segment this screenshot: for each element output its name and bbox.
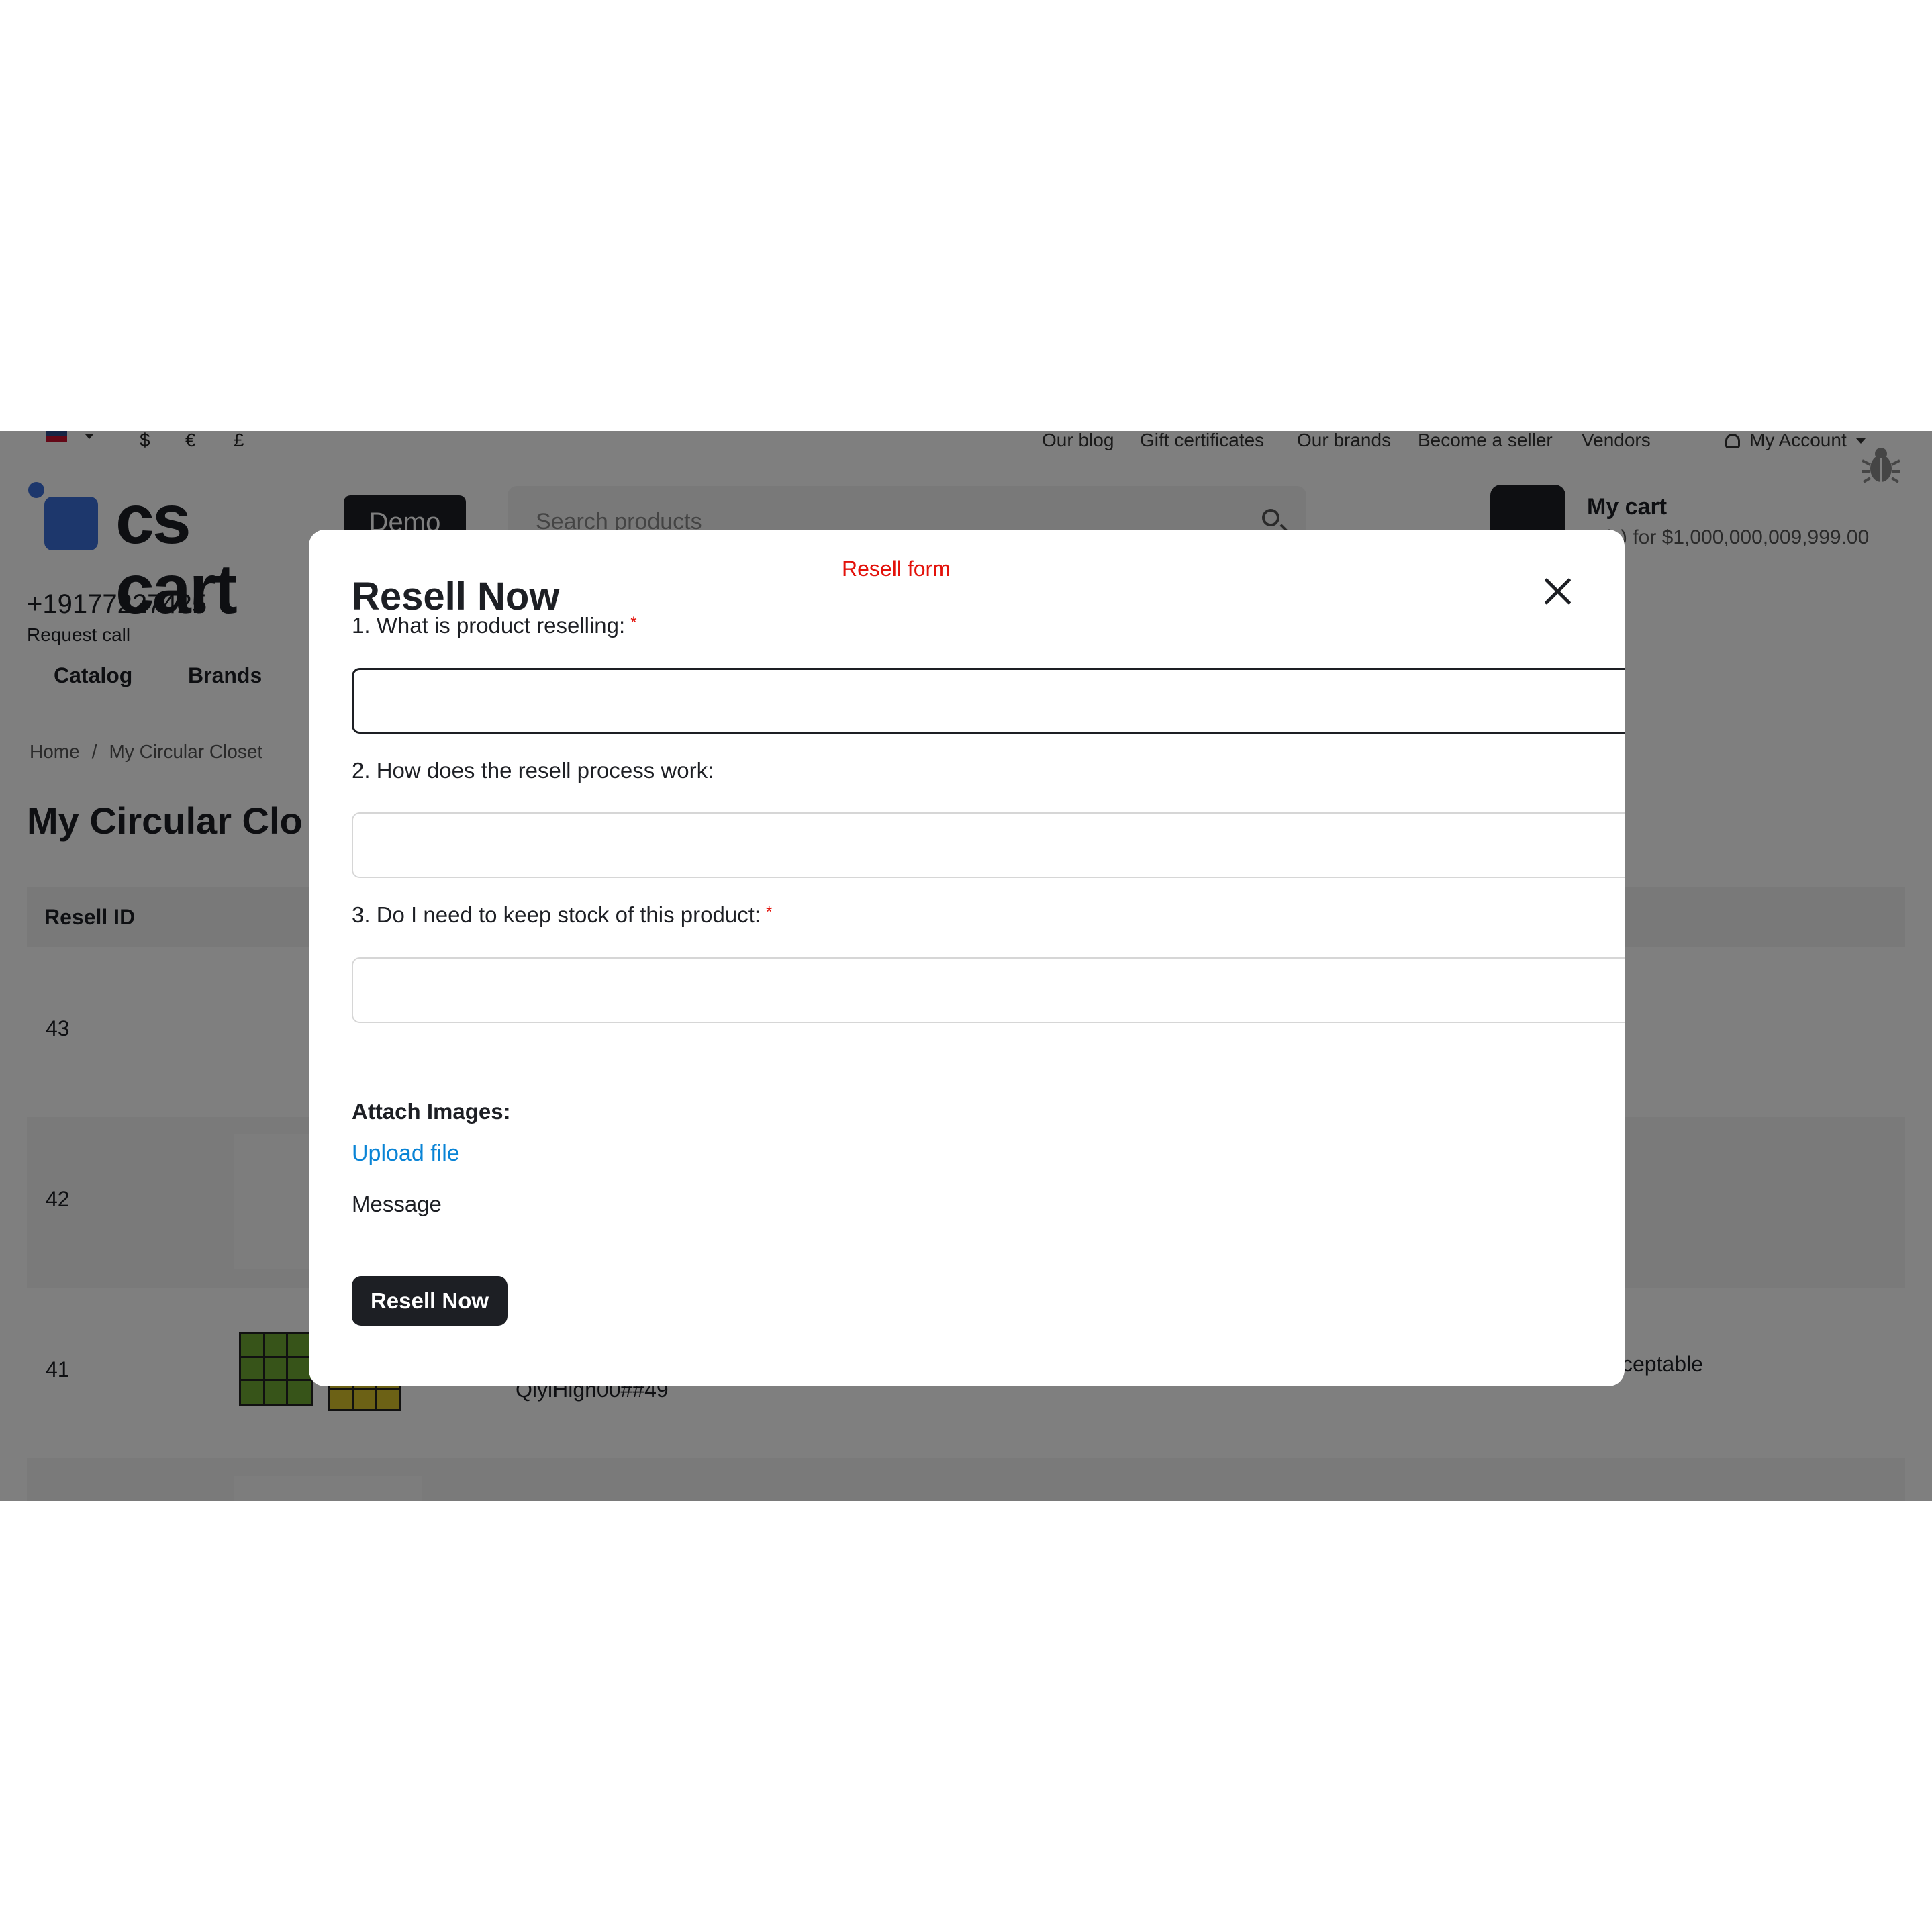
question-1-label: 1. What is product reselling: *	[352, 613, 637, 638]
modal-title: Resell Now	[352, 575, 560, 618]
attach-images-label: Attach Images:	[352, 1099, 511, 1124]
resell-now-button[interactable]: Resell Now	[352, 1276, 508, 1326]
question-2-label: 2. How does the resell process work:	[352, 758, 714, 783]
upload-file-link[interactable]: Upload file	[352, 1141, 460, 1167]
question-3-text: 3. Do I need to keep stock of this produ…	[352, 902, 761, 927]
message-label: Message	[352, 1192, 442, 1216]
required-mark: *	[766, 903, 773, 921]
question-3-label: 3. Do I need to keep stock of this produ…	[352, 902, 772, 928]
question-1-text: 1. What is product reselling:	[352, 613, 626, 638]
question-3-input[interactable]	[352, 957, 1625, 1023]
question-1-input[interactable]	[352, 668, 1625, 734]
required-mark: *	[630, 614, 637, 632]
resell-modal: Resell Now Resell form 1. What is produc…	[309, 530, 1625, 1386]
browser-viewport: $ € £ Our blog Gift certificates Our bra…	[0, 431, 1932, 1501]
modal-tag: Resell form	[842, 557, 951, 581]
question-2-input[interactable]	[352, 812, 1625, 878]
close-icon[interactable]	[1543, 577, 1572, 606]
